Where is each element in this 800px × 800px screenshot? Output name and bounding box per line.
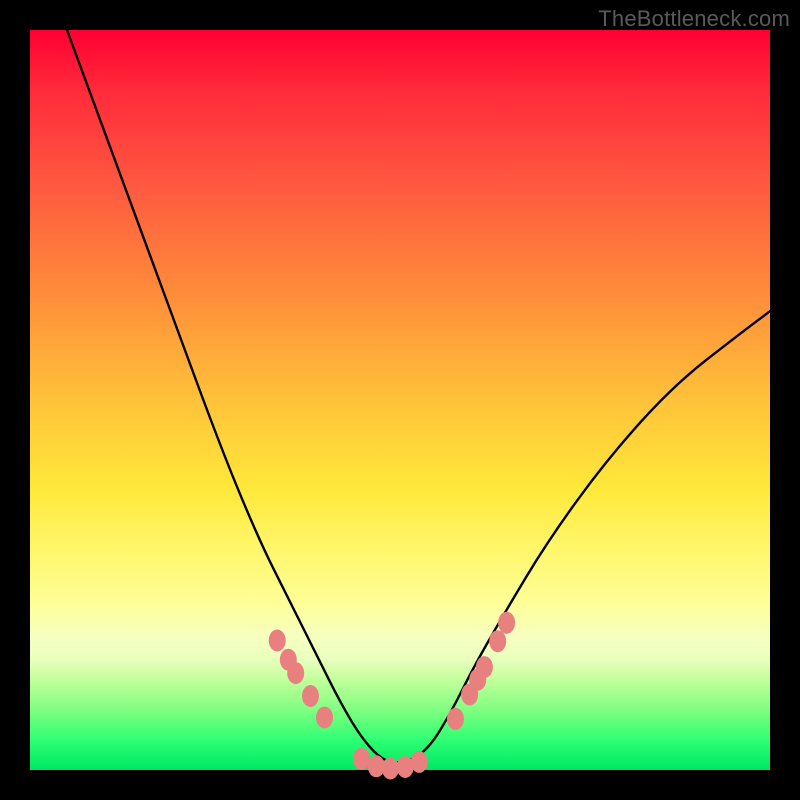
curve-marker — [302, 685, 319, 707]
curve-markers — [269, 612, 515, 780]
curve-marker — [498, 612, 515, 634]
curve-marker — [476, 656, 493, 678]
chart-frame: TheBottleneck.com — [0, 0, 800, 800]
curve-marker — [353, 748, 370, 770]
curve-marker — [382, 758, 399, 780]
watermark-text: TheBottleneck.com — [598, 6, 790, 32]
curve-layer — [30, 30, 770, 770]
bottleneck-curve — [67, 30, 770, 763]
curve-marker — [489, 630, 506, 652]
curve-marker — [411, 751, 428, 773]
curve-marker — [316, 707, 333, 729]
curve-marker — [447, 708, 464, 730]
plot-area — [30, 30, 770, 770]
curve-marker — [269, 630, 286, 652]
curve-marker — [287, 662, 304, 684]
